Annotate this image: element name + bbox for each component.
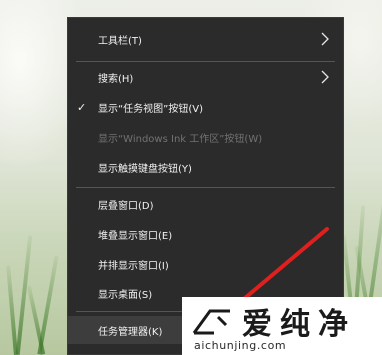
- menu-item-label: 任务管理器(K): [98, 326, 163, 338]
- menu-divider: [76, 187, 335, 188]
- menu-item-label: 并排显示窗口(I): [98, 260, 169, 272]
- watermark: 爱纯净 aichunjing.com: [182, 297, 382, 355]
- menu-item-label: 显示“Windows Ink 工作区”按钮(W): [98, 133, 263, 145]
- menu-item-cascade-windows[interactable]: 层叠窗口(D): [67, 190, 344, 218]
- check-icon: ✓: [77, 100, 87, 114]
- menu-item-label: 工具栏(T): [98, 35, 142, 47]
- menu-item-stack-windows[interactable]: 堆叠显示窗口(E): [67, 220, 344, 248]
- menu-item-label: 显示桌面(S): [98, 289, 153, 301]
- chevron-right-icon: [321, 32, 329, 46]
- menu-item-search[interactable]: 搜索(H): [67, 63, 344, 91]
- chevron-right-icon: [321, 70, 329, 84]
- menu-item-label: 显示触摸键盘按钮(Y): [98, 163, 192, 175]
- menu-item-show-windows-ink: 显示“Windows Ink 工作区”按钮(W): [67, 123, 344, 151]
- menu-item-show-task-view[interactable]: ✓ 显示“任务视图”按钮(V): [67, 93, 344, 121]
- watermark-title: 爱纯净: [242, 307, 356, 342]
- menu-item-side-by-side[interactable]: 并排显示窗口(I): [67, 250, 344, 278]
- menu-item-label: 显示“任务视图”按钮(V): [98, 103, 204, 115]
- menu-item-label: 堆叠显示窗口(E): [98, 230, 173, 242]
- menu-item-label: 搜索(H): [98, 73, 134, 85]
- menu-item-toolbars[interactable]: 工具栏(T): [67, 25, 344, 53]
- brand-logo-icon: [192, 309, 230, 335]
- menu-item-label: 层叠窗口(D): [98, 200, 154, 212]
- watermark-url: aichunjing.com: [194, 339, 287, 352]
- menu-item-show-touch-keyboard[interactable]: 显示触摸键盘按钮(Y): [67, 153, 344, 181]
- menu-divider: [76, 61, 335, 62]
